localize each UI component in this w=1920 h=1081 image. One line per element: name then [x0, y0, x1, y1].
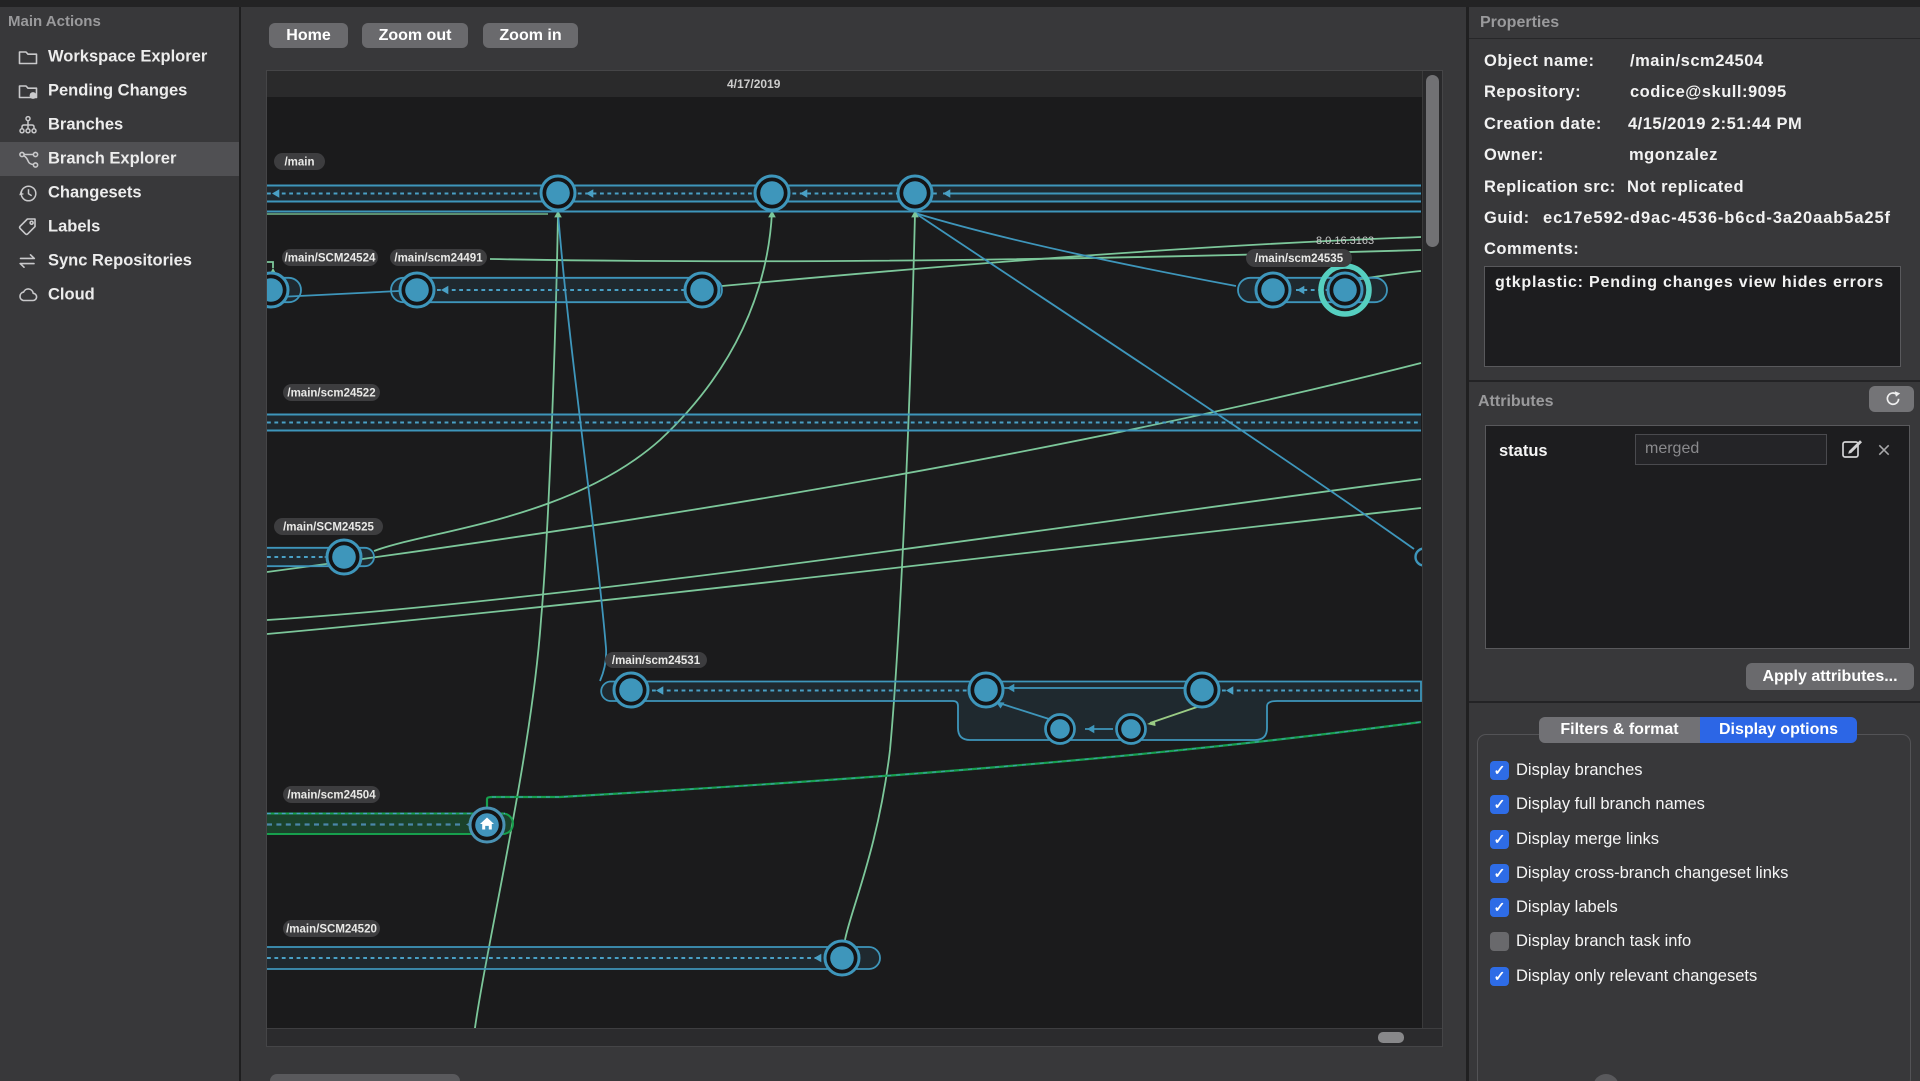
svg-text:/main/scm24522: /main/scm24522: [287, 388, 375, 400]
svg-text:/main/scm24491: /main/scm24491: [394, 253, 483, 265]
svg-text:/main/SCM24524: /main/SCM24524: [285, 253, 376, 265]
svg-text:/main/SCM24520: /main/SCM24520: [286, 924, 377, 936]
svg-text:/main: /main: [284, 157, 314, 169]
svg-text:/main/scm24504: /main/scm24504: [287, 790, 376, 802]
svg-text:/main/scm24535: /main/scm24535: [1255, 253, 1344, 265]
svg-text:8.0.16.3163: 8.0.16.3163: [1316, 235, 1374, 247]
svg-text:/main/SCM24525: /main/SCM24525: [283, 522, 374, 534]
svg-text:/main/scm24531: /main/scm24531: [612, 655, 701, 667]
